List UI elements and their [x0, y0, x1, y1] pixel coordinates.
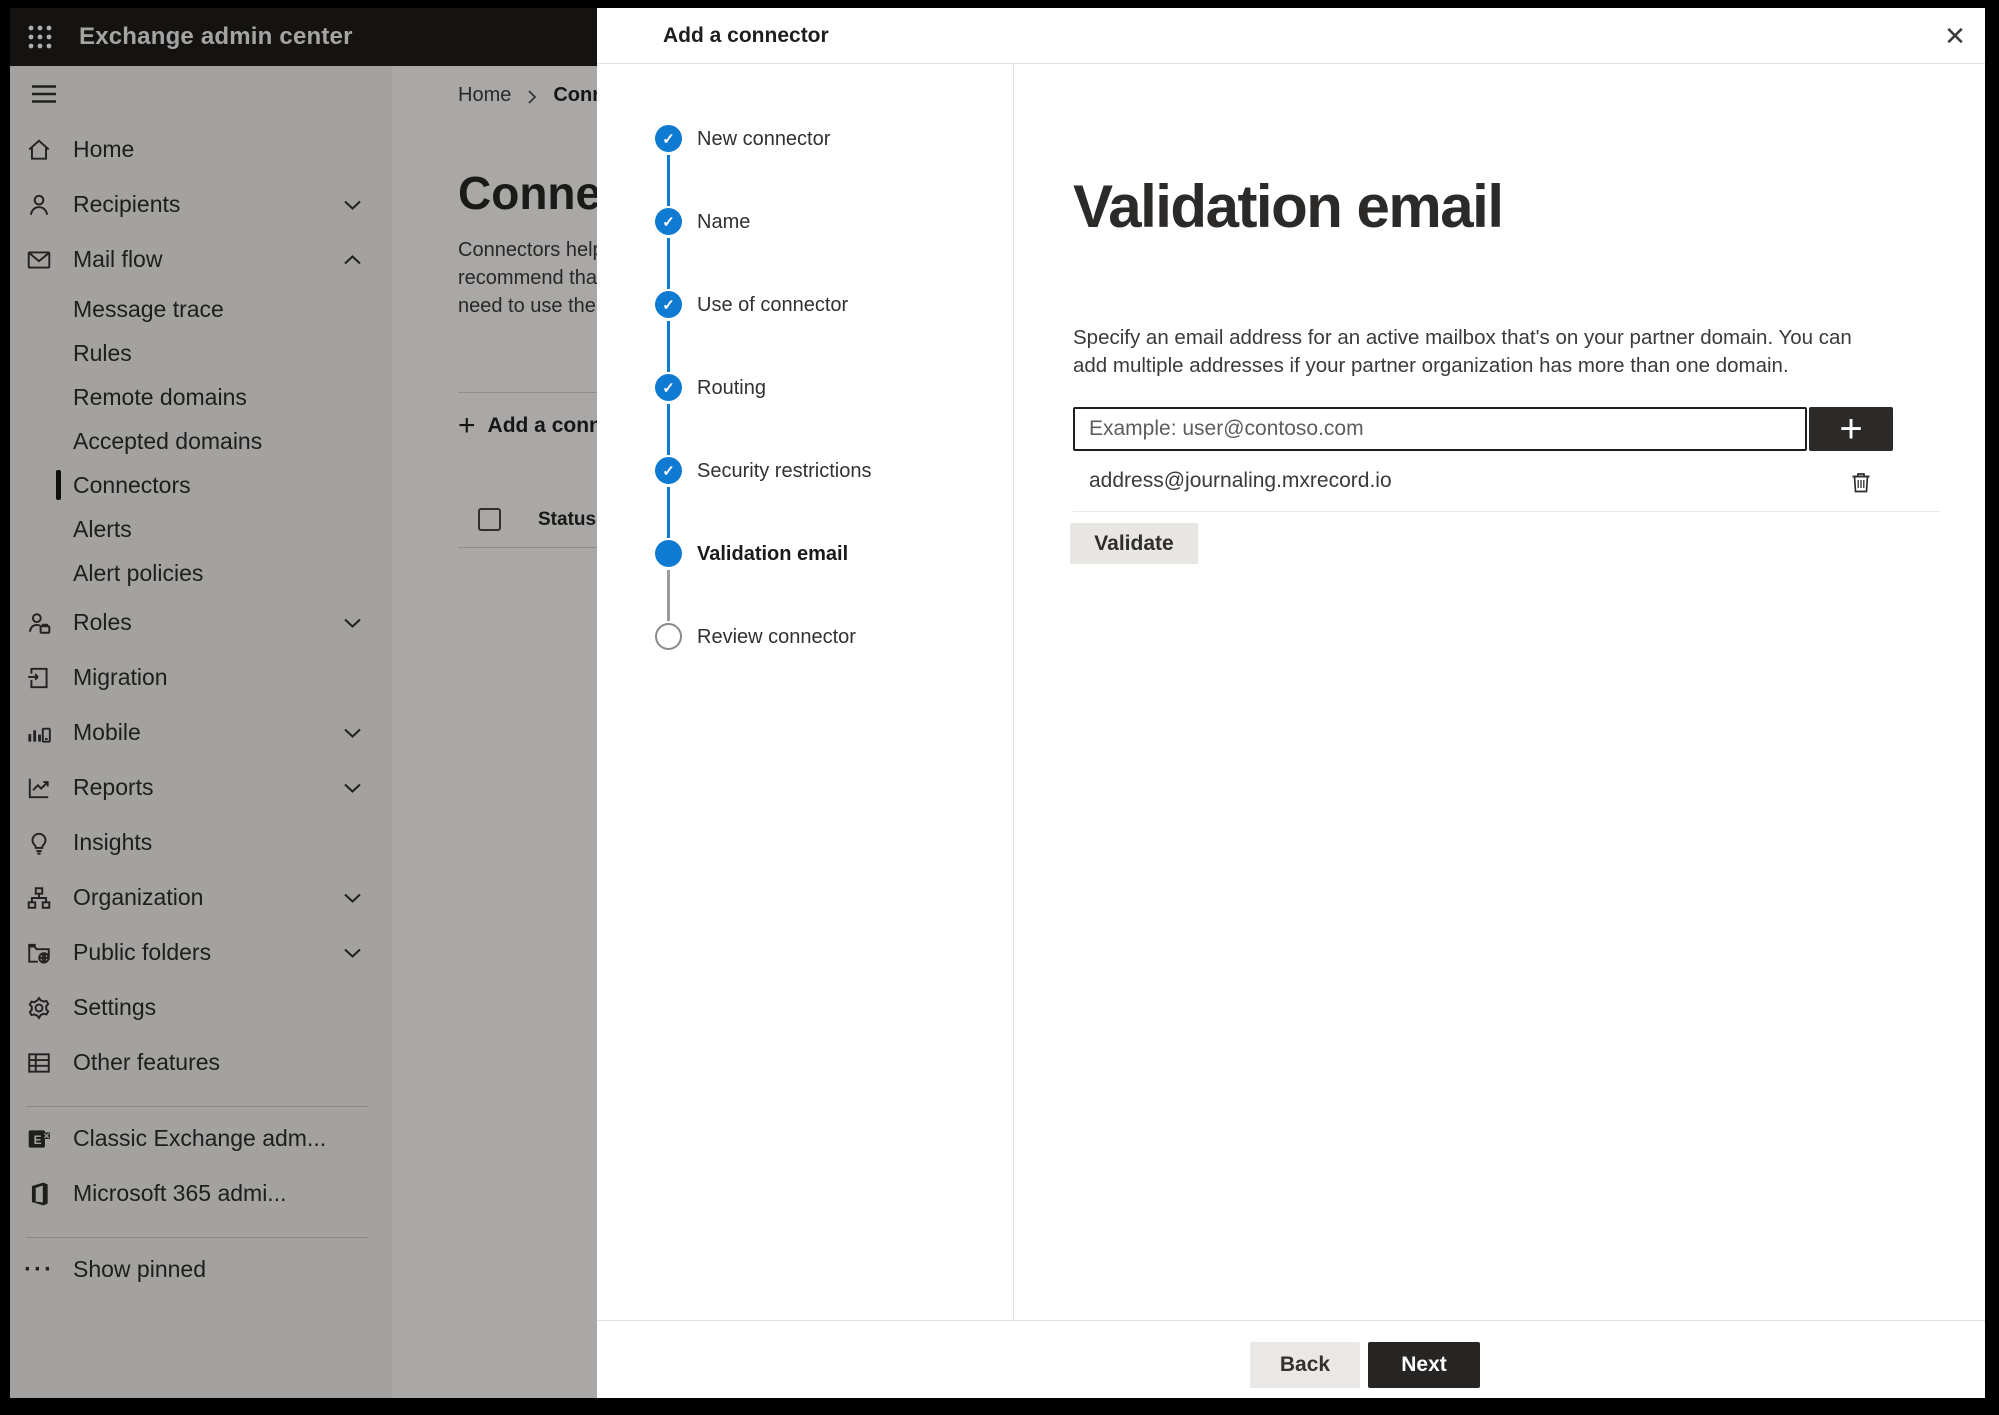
- back-button[interactable]: Back: [1250, 1342, 1360, 1388]
- delete-address-button[interactable]: [1839, 460, 1883, 504]
- panel-title: Add a connector: [663, 24, 829, 47]
- step-connector-line: [667, 487, 670, 538]
- plus-icon: +: [1839, 407, 1863, 451]
- step-complete-icon: ✓: [655, 457, 682, 484]
- step-upcoming-icon: [655, 623, 682, 650]
- next-button[interactable]: Next: [1368, 1342, 1480, 1388]
- step-current-icon: [655, 540, 682, 567]
- add-connector-panel: Add a connector ✕ ✓ ✓ ✓ ✓ ✓ New connecto…: [597, 8, 1985, 1398]
- step-complete-icon: ✓: [655, 374, 682, 401]
- step-connector-line: [667, 321, 670, 372]
- step-connector-line: [667, 238, 670, 289]
- step-name[interactable]: Name: [697, 209, 750, 235]
- panel-footer: Back Next: [597, 1320, 1985, 1398]
- email-address-input[interactable]: [1073, 407, 1807, 451]
- step-connector-line: [667, 404, 670, 455]
- step-new-connector[interactable]: New connector: [697, 126, 830, 152]
- wizard-steps: ✓ ✓ ✓ ✓ ✓ New connector Name Use of conn…: [597, 64, 1014, 1320]
- step-complete-icon: ✓: [655, 291, 682, 318]
- step-security-restrictions[interactable]: Security restrictions: [697, 458, 872, 484]
- step-heading: Validation email: [1073, 173, 1504, 240]
- email-address-value: address@journaling.mxrecord.io: [1089, 469, 1392, 492]
- step-validation-email[interactable]: Validation email: [697, 541, 848, 567]
- step-review-connector[interactable]: Review connector: [697, 624, 856, 650]
- validate-button[interactable]: Validate: [1070, 523, 1198, 564]
- step-connector-line: [667, 570, 670, 621]
- panel-header: Add a connector ✕: [597, 8, 1985, 64]
- step-routing[interactable]: Routing: [697, 375, 766, 401]
- step-connector-line: [667, 155, 670, 206]
- add-email-button[interactable]: +: [1809, 407, 1893, 451]
- trash-icon: [1852, 473, 1870, 493]
- email-address-row: address@journaling.mxrecord.io: [1073, 451, 1940, 512]
- step-complete-icon: ✓: [655, 208, 682, 235]
- panel-body: ✓ ✓ ✓ ✓ ✓ New connector Name Use of conn…: [597, 64, 1985, 1320]
- close-icon[interactable]: ✕: [1933, 14, 1977, 58]
- exchange-admin-window: Exchange admin center Home Recipients Ma…: [10, 8, 1985, 1398]
- step-use-of-connector[interactable]: Use of connector: [697, 292, 848, 318]
- step-content: Validation email Specify an email addres…: [1014, 64, 1985, 1320]
- step-complete-icon: ✓: [655, 125, 682, 152]
- step-description: Specify an email address for an active m…: [1073, 326, 1852, 377]
